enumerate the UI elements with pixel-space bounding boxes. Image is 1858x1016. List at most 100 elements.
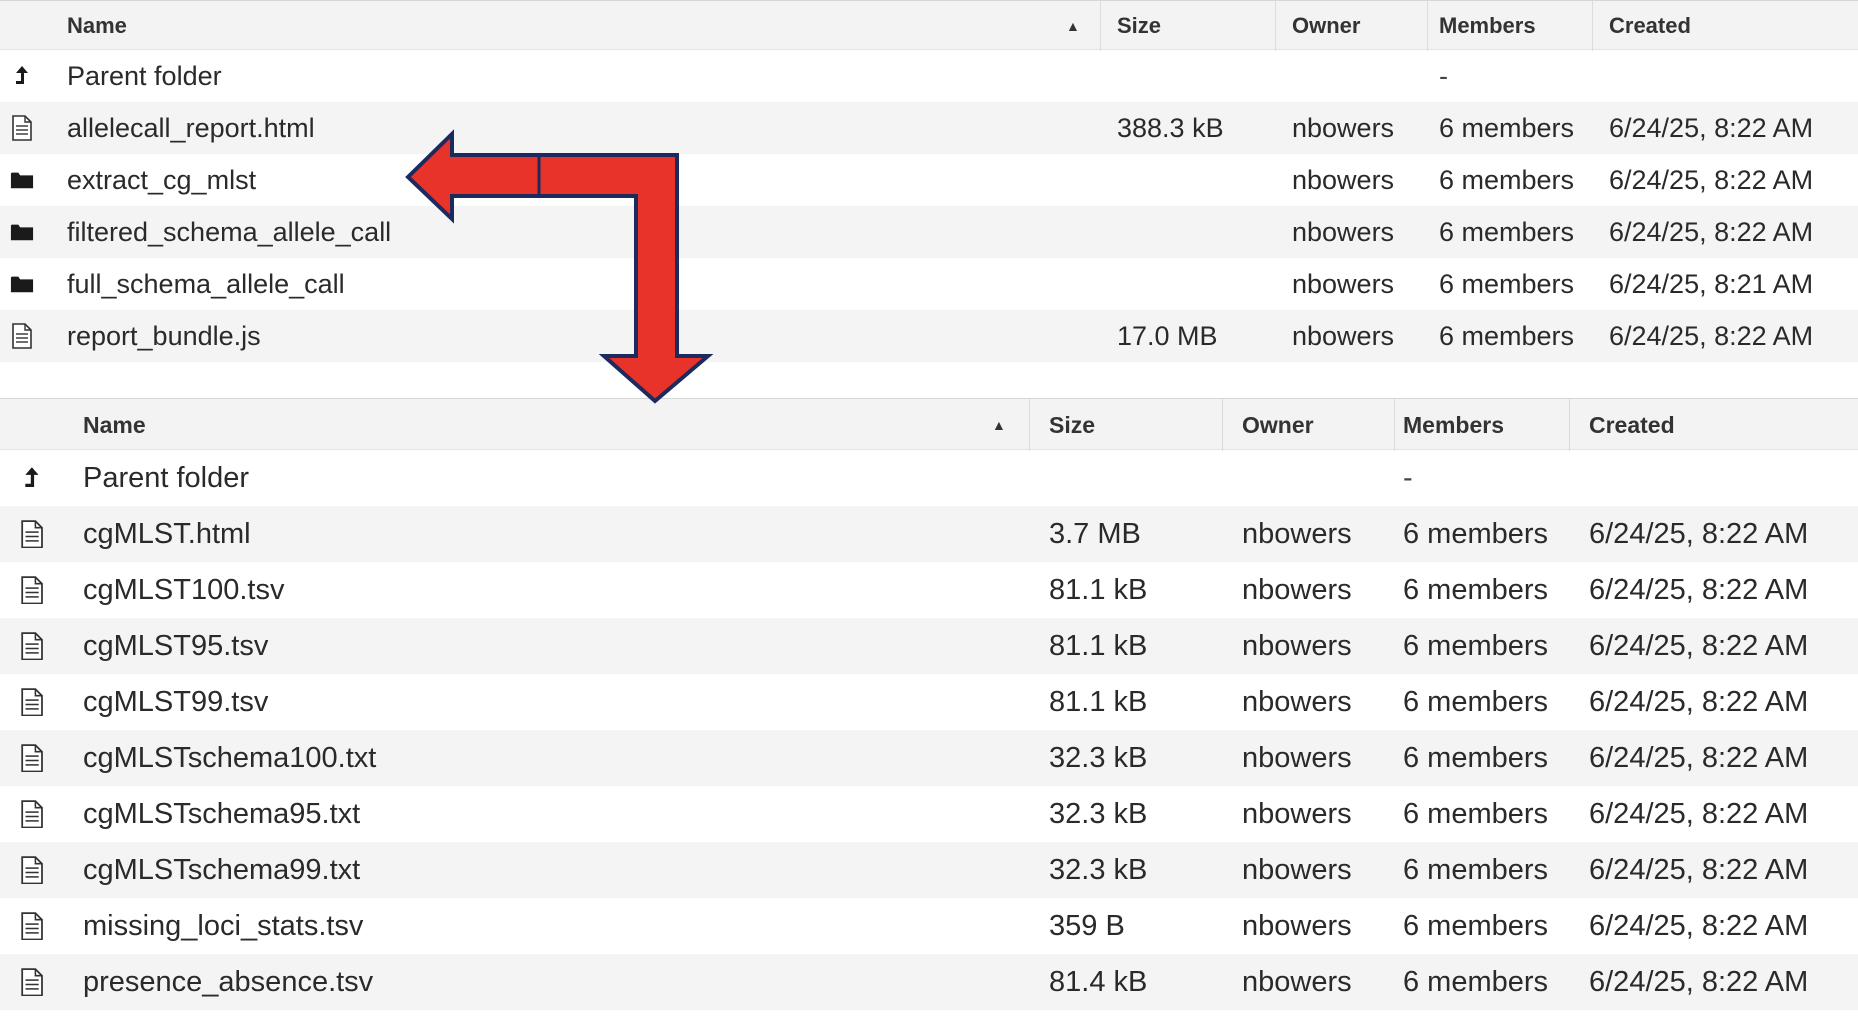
size-cell: 81.4 kB [1049,966,1148,998]
created-cell: 6/24/25, 8:22 AM [1609,217,1814,247]
created-cell: 6/24/25, 8:22 AM [1589,910,1809,942]
parent-folder-link[interactable]: Parent folder [83,450,249,506]
folder-icon [10,258,34,310]
file-icon [18,618,46,674]
column-header-members[interactable]: Members [1403,399,1504,451]
file-row[interactable]: cgMLSTschema95.txt 32.3 kB nbowers 6 member… [0,786,1858,842]
members-cell: 6 members [1403,518,1549,550]
top-table-header: Name ▲ Size Owner Members Created [0,0,1858,51]
folder-icon [10,154,34,206]
name-cell[interactable]: allelecall_report.html [67,102,315,154]
column-header-owner[interactable]: Owner [1242,399,1314,451]
created-cell: 6/24/25, 8:22 AM [1589,798,1809,830]
file-row[interactable]: cgMLST95.tsv 81.1 kB nbowers 6 members 6/24/… [0,618,1858,674]
owner-cell: nbowers [1242,574,1352,606]
file-icon [18,506,46,562]
column-header-size[interactable]: Size [1049,399,1095,451]
name-cell[interactable]: cgMLST.html [83,506,251,562]
members-cell: 6 members [1403,742,1549,774]
file-row[interactable]: cgMLST99.tsv 81.1 kB nbowers 6 members 6/24/… [0,674,1858,730]
column-header-name[interactable]: Name [67,1,127,51]
file-row[interactable]: presence_absence.tsv 81.4 kB nbowers 6 memb… [0,954,1858,1010]
file-row[interactable]: cgMLSTschema100.txt 32.3 kB nbowers 6 membe… [0,730,1858,786]
column-divider[interactable] [1592,1,1593,51]
folder-row[interactable]: full_schema_allele_call nbowers 6 members 6… [0,258,1858,310]
column-divider[interactable] [1100,1,1101,51]
file-row[interactable]: report_bundle.js 17.0 MB nbowers 6 members 6… [0,310,1858,362]
size-cell: 17.0 MB [1117,321,1218,351]
file-row[interactable]: cgMLST.html 3.7 MB nbowers 6 members 6/24/25… [0,506,1858,562]
created-cell: 6/24/25, 8:22 AM [1589,518,1809,550]
bottom-table-header: Name ▲ Size Owner Members Created [0,398,1858,451]
name-cell[interactable]: full_schema_allele_call [67,258,345,310]
name-cell[interactable]: presence_absence.tsv [83,954,373,1010]
column-header-members[interactable]: Members [1439,1,1536,51]
column-divider[interactable] [1569,399,1570,451]
column-header-owner[interactable]: Owner [1292,1,1360,51]
size-cell: 32.3 kB [1049,854,1148,886]
created-cell: 6/24/25, 8:22 AM [1609,321,1814,351]
name-cell[interactable]: cgMLSTschema95.txt [83,786,360,842]
name-cell[interactable]: filtered_schema_allele_call [67,206,391,258]
parent-folder-link[interactable]: Parent folder [67,50,222,102]
created-cell: 6/24/25, 8:22 AM [1589,574,1809,606]
members-cell: 6 members [1403,574,1549,606]
name-cell[interactable]: cgMLST100.tsv [83,562,284,618]
created-cell: 6/24/25, 8:22 AM [1609,165,1814,195]
sort-ascending-icon[interactable]: ▲ [1066,18,1080,34]
column-divider[interactable] [1427,1,1428,51]
owner-cell: nbowers [1242,966,1352,998]
name-cell[interactable]: cgMLSTschema100.txt [83,730,376,786]
name-cell[interactable]: extract_cg_mlst [67,154,256,206]
folder-icon [10,206,34,258]
name-cell[interactable]: missing_loci_stats.tsv [83,898,363,954]
file-icon [10,102,34,154]
owner-cell: nbowers [1292,113,1395,143]
created-cell: 6/24/25, 8:22 AM [1589,966,1809,998]
parent-folder-row[interactable]: Parent folder - [0,450,1858,506]
owner-cell: nbowers [1292,217,1395,247]
file-row[interactable]: missing_loci_stats.tsv 359 B nbowers 6 memb… [0,898,1858,954]
size-cell: 359 B [1049,910,1125,942]
folder-row[interactable]: filtered_schema_allele_call nbowers 6 memb… [0,206,1858,258]
column-divider[interactable] [1275,1,1276,51]
members-cell: 6 members [1403,686,1549,718]
folder-row[interactable]: extract_cg_mlst nbowers 6 members 6/24/25, … [0,154,1858,206]
owner-cell: nbowers [1242,686,1352,718]
name-cell[interactable]: cgMLST95.tsv [83,618,268,674]
parent-folder-row[interactable]: Parent folder - [0,50,1858,102]
file-row[interactable]: cgMLST100.tsv 81.1 kB nbowers 6 members 6/24… [0,562,1858,618]
file-icon [10,310,34,362]
up-arrow-icon[interactable] [18,450,46,506]
column-header-name[interactable]: Name [83,399,146,451]
owner-cell: nbowers [1242,798,1352,830]
column-header-size[interactable]: Size [1117,1,1161,51]
name-cell[interactable]: cgMLSTschema99.txt [83,842,360,898]
up-arrow-icon[interactable] [10,50,34,102]
file-row[interactable]: allelecall_report.html 388.3 kB nbowers 6 m… [0,102,1858,154]
members-cell: 6 members [1439,113,1575,143]
column-divider[interactable] [1222,399,1223,451]
name-cell[interactable]: report_bundle.js [67,310,261,362]
owner-cell: nbowers [1242,630,1352,662]
members-cell: - [1439,61,1448,91]
column-divider[interactable] [1029,399,1030,451]
size-cell: 388.3 kB [1117,113,1224,143]
members-cell: 6 members [1403,910,1549,942]
file-row[interactable]: cgMLSTschema99.txt 32.3 kB nbowers 6 member… [0,842,1858,898]
created-cell: 6/24/25, 8:22 AM [1589,854,1809,886]
created-cell: 6/24/25, 8:22 AM [1589,630,1809,662]
name-cell[interactable]: cgMLST99.tsv [83,674,268,730]
members-cell: 6 members [1403,630,1549,662]
column-header-created[interactable]: Created [1589,399,1675,451]
members-cell: 6 members [1403,798,1549,830]
column-divider[interactable] [1394,399,1395,451]
sort-ascending-icon[interactable]: ▲ [992,417,1006,433]
owner-cell: nbowers [1242,518,1352,550]
size-cell: 81.1 kB [1049,686,1148,718]
file-icon [18,786,46,842]
size-cell: 32.3 kB [1049,742,1148,774]
members-cell: 6 members [1439,217,1575,247]
file-icon [18,954,46,1010]
column-header-created[interactable]: Created [1609,1,1691,51]
